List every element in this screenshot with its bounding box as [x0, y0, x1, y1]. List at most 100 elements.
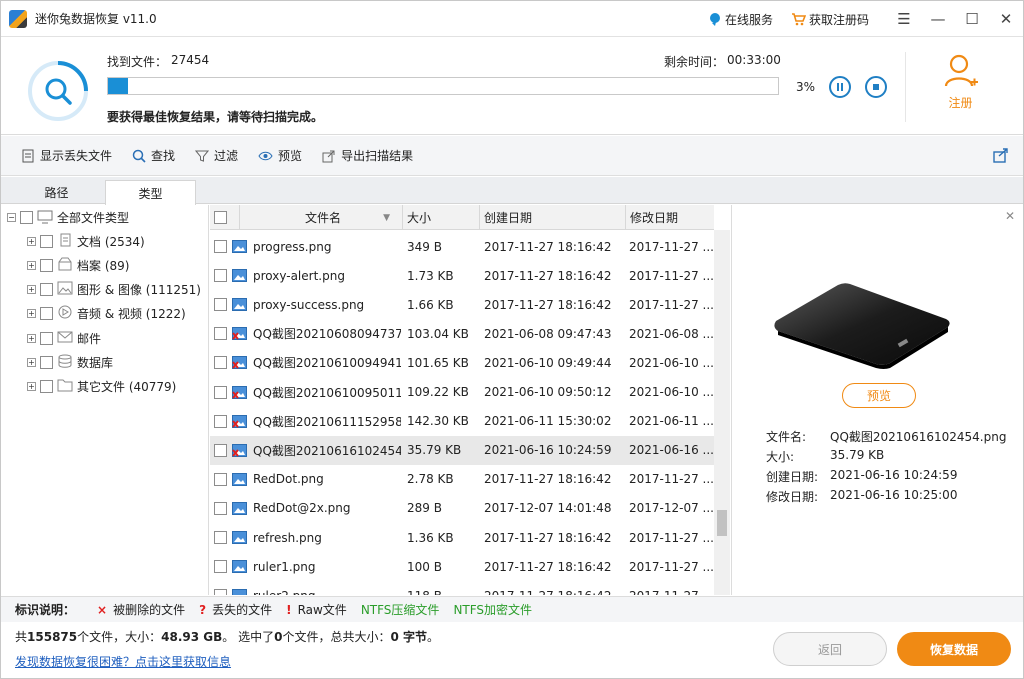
scan-panel: 找到文件： 27454 剩余时间： 00:33:00 3% 要获得最佳恢复结果，… — [1, 38, 1023, 135]
find-button[interactable]: 查找 — [132, 147, 175, 164]
row-checkbox[interactable] — [214, 385, 227, 399]
stop-button[interactable] — [865, 76, 887, 98]
file-list-scrollbar[interactable] — [714, 230, 730, 595]
row-checkbox[interactable] — [214, 414, 227, 428]
row-checkbox[interactable] — [214, 443, 227, 457]
selection-summary: 共155875个文件，大小：48.93 GB。 选中了0个文件，总共大小：0 字… — [15, 628, 439, 645]
tree-checkbox[interactable] — [40, 283, 53, 297]
row-checkbox[interactable] — [214, 472, 227, 486]
tree-checkbox[interactable] — [40, 380, 53, 394]
expand-toggle[interactable]: + — [27, 236, 36, 246]
row-checkbox[interactable] — [214, 240, 227, 253]
expand-toggle[interactable]: + — [27, 309, 36, 319]
tree-item-label: 邮件 — [77, 331, 102, 346]
table-row[interactable]: refresh.png 1.36 KB 2017-11-27 18:16:42 201… — [210, 523, 714, 552]
table-row[interactable]: QQ截图20210611152958... 142.30 KB 2021-06-11… — [210, 407, 714, 436]
row-checkbox[interactable] — [214, 531, 227, 544]
column-name[interactable]: 文件名 ▼ — [240, 205, 403, 230]
file-name-cell: ruler1.png — [253, 559, 316, 574]
file-name-cell: RedDot.png — [253, 472, 324, 487]
tree-checkbox[interactable] — [40, 307, 53, 321]
help-link[interactable]: 发现数据恢复很困难？点击这里获取信息 — [15, 653, 231, 670]
row-checkbox[interactable] — [214, 327, 227, 341]
tree-item[interactable]: + 音频 & 视频 (1222) — [27, 304, 186, 324]
preview-button[interactable]: 预览 — [258, 147, 302, 164]
image-file-icon — [232, 560, 247, 574]
cart-icon — [791, 13, 806, 26]
show-lost-files-button[interactable]: 显示丢失文件 — [21, 147, 112, 164]
file-created-cell: 2017-11-27 18:16:42 — [484, 239, 612, 254]
tree-item[interactable]: + 图形 & 图像 (111251) — [27, 280, 201, 300]
summary-text: 个文件，大小： — [77, 630, 162, 644]
table-row[interactable]: proxy-success.png 1.66 KB 2017-11-27 18:16… — [210, 290, 714, 319]
file-size-cell: 118 B — [407, 581, 479, 595]
preview-file-button[interactable]: 预览 — [842, 383, 916, 408]
tree-item[interactable]: + 档案 (89) — [27, 255, 129, 275]
file-modified-cell: 2017-12-07 ... — [629, 501, 713, 516]
recover-data-button[interactable]: 恢复数据 — [897, 632, 1011, 666]
column-modified[interactable]: 修改日期 — [626, 205, 714, 230]
tree-item[interactable]: + 其它文件 (40779) — [27, 377, 176, 397]
row-checkbox[interactable] — [214, 589, 227, 595]
back-button[interactable]: 返回 — [773, 632, 887, 666]
tree-checkbox[interactable] — [40, 356, 53, 369]
tree-item[interactable]: + 文档 (2534) — [27, 231, 145, 251]
file-name-cell: proxy-success.png — [253, 297, 365, 312]
tree-checkbox[interactable] — [40, 258, 53, 272]
online-service-link[interactable]: 在线服务 — [708, 11, 773, 28]
table-row[interactable]: QQ截图20210610094941... 101.65 KB 2021-06-10… — [210, 348, 714, 377]
get-code-link[interactable]: 获取注册码 — [791, 11, 869, 28]
table-row[interactable]: ruler1.png 100 B 2017-11-27 18:16:42 2017-1… — [210, 552, 714, 581]
table-row[interactable]: QQ截图20210608094737... 103.04 KB 2021-06-08… — [210, 319, 714, 348]
collapse-toggle[interactable]: − — [7, 212, 16, 222]
scrollbar-thumb[interactable] — [717, 510, 727, 536]
preview-panel: ✕ 预览 文件名: QQ截图20210616102454.png 大小: 35.… — [731, 205, 1023, 595]
tree-checkbox[interactable] — [20, 210, 33, 224]
legend-raw-label: Raw文件 — [297, 603, 347, 617]
row-checkbox[interactable] — [214, 269, 227, 283]
table-row[interactable]: QQ截图20210610095011... 109.22 KB 2021-06-10… — [210, 378, 714, 407]
preview-close-icon[interactable]: ✕ — [1005, 209, 1015, 223]
tab-type[interactable]: 类型 — [105, 180, 196, 205]
tree-checkbox[interactable] — [40, 234, 53, 248]
table-row[interactable]: ruler2.png 118 B 2017-11-27 18:16:42 2017-1… — [210, 581, 714, 595]
tree-item[interactable]: + 数据库 — [27, 353, 113, 373]
file-size-cell: 2.78 KB — [407, 472, 454, 487]
expand-toggle[interactable]: + — [27, 382, 36, 392]
expand-toggle[interactable]: + — [27, 358, 36, 367]
tree-root[interactable]: − 全部文件类型 — [7, 207, 129, 227]
minimize-button[interactable]: — — [921, 1, 955, 37]
tree-checkbox[interactable] — [40, 331, 53, 345]
maximize-icon: ☐ — [965, 10, 979, 28]
register-button[interactable]: 注册 — [905, 52, 1015, 122]
row-checkbox[interactable] — [214, 298, 227, 312]
close-button[interactable]: ✕ — [989, 1, 1023, 37]
share-button[interactable] — [993, 147, 1009, 166]
tree-item[interactable]: + 邮件 — [27, 328, 101, 348]
table-row[interactable]: RedDot@2x.png 289 B 2017-12-07 14:01:48 201… — [210, 494, 714, 523]
select-all-checkbox[interactable] — [214, 211, 227, 224]
row-checkbox[interactable] — [214, 501, 227, 515]
export-results-button[interactable]: 导出扫描结果 — [322, 147, 413, 164]
tree-item-label: 其它文件 (40779) — [77, 380, 177, 395]
column-size[interactable]: 大小 — [403, 205, 480, 230]
expand-toggle[interactable]: + — [27, 333, 36, 343]
column-modified-label: 修改日期 — [630, 211, 679, 225]
table-row[interactable]: progress.png 349 B 2017-11-27 18:16:42 2017… — [210, 232, 714, 261]
expand-toggle[interactable]: + — [27, 260, 36, 270]
table-row[interactable]: QQ截图20210616102454... 35.79 KB 2021-06-16 … — [210, 435, 714, 465]
table-row[interactable]: RedDot.png 2.78 KB 2017-11-27 18:16:42 2017… — [210, 465, 714, 494]
maximize-button[interactable]: ☐ — [955, 1, 989, 37]
image-file-icon — [232, 443, 247, 457]
found-files-count: 27454 — [171, 53, 210, 67]
pause-button[interactable] — [829, 76, 851, 98]
column-created[interactable]: 创建日期 — [480, 205, 626, 230]
expand-toggle[interactable]: + — [27, 285, 36, 295]
tab-path[interactable]: 路径 — [11, 180, 102, 204]
raw-mark-icon: ! — [286, 602, 292, 617]
filter-button[interactable]: 过滤 — [195, 147, 238, 164]
row-checkbox[interactable] — [214, 560, 227, 574]
table-row[interactable]: proxy-alert.png 1.73 KB 2017-11-27 18:16:4… — [210, 261, 714, 290]
row-checkbox[interactable] — [214, 356, 227, 370]
menu-button[interactable]: ☰ — [887, 1, 921, 37]
